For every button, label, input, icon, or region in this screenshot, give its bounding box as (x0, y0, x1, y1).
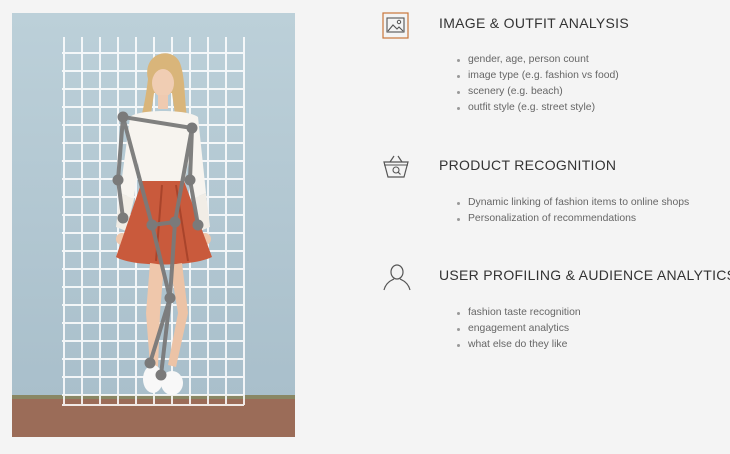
image-outfit-analysis-list: gender, age, person count image type (e.… (457, 52, 619, 116)
shopping-basket-icon (382, 153, 412, 183)
user-profiling-list: fashion taste recognition engagement ana… (457, 305, 581, 353)
section-title-product-recognition: PRODUCT RECOGNITION (439, 157, 617, 173)
section-title-image-outfit-analysis: IMAGE & OUTFIT ANALYSIS (439, 15, 629, 31)
list-item: scenery (e.g. beach) (457, 84, 619, 100)
fashion-photo (12, 13, 295, 437)
section-title-user-profiling: USER PROFILING & AUDIENCE ANALYTICS (439, 267, 730, 283)
list-item: image type (e.g. fashion vs food) (457, 68, 619, 84)
pose-estimation-image (12, 13, 295, 437)
product-recognition-list: Dynamic linking of fashion items to onli… (457, 195, 689, 227)
list-item: engagement analytics (457, 321, 581, 337)
list-item: fashion taste recognition (457, 305, 581, 321)
user-icon (382, 262, 412, 292)
list-item: gender, age, person count (457, 52, 619, 68)
image-icon (382, 12, 412, 42)
list-item: Dynamic linking of fashion items to onli… (457, 195, 689, 211)
list-item: Personalization of recommendations (457, 211, 689, 227)
list-item: outfit style (e.g. street style) (457, 100, 619, 116)
list-item: what else do they like (457, 337, 581, 353)
